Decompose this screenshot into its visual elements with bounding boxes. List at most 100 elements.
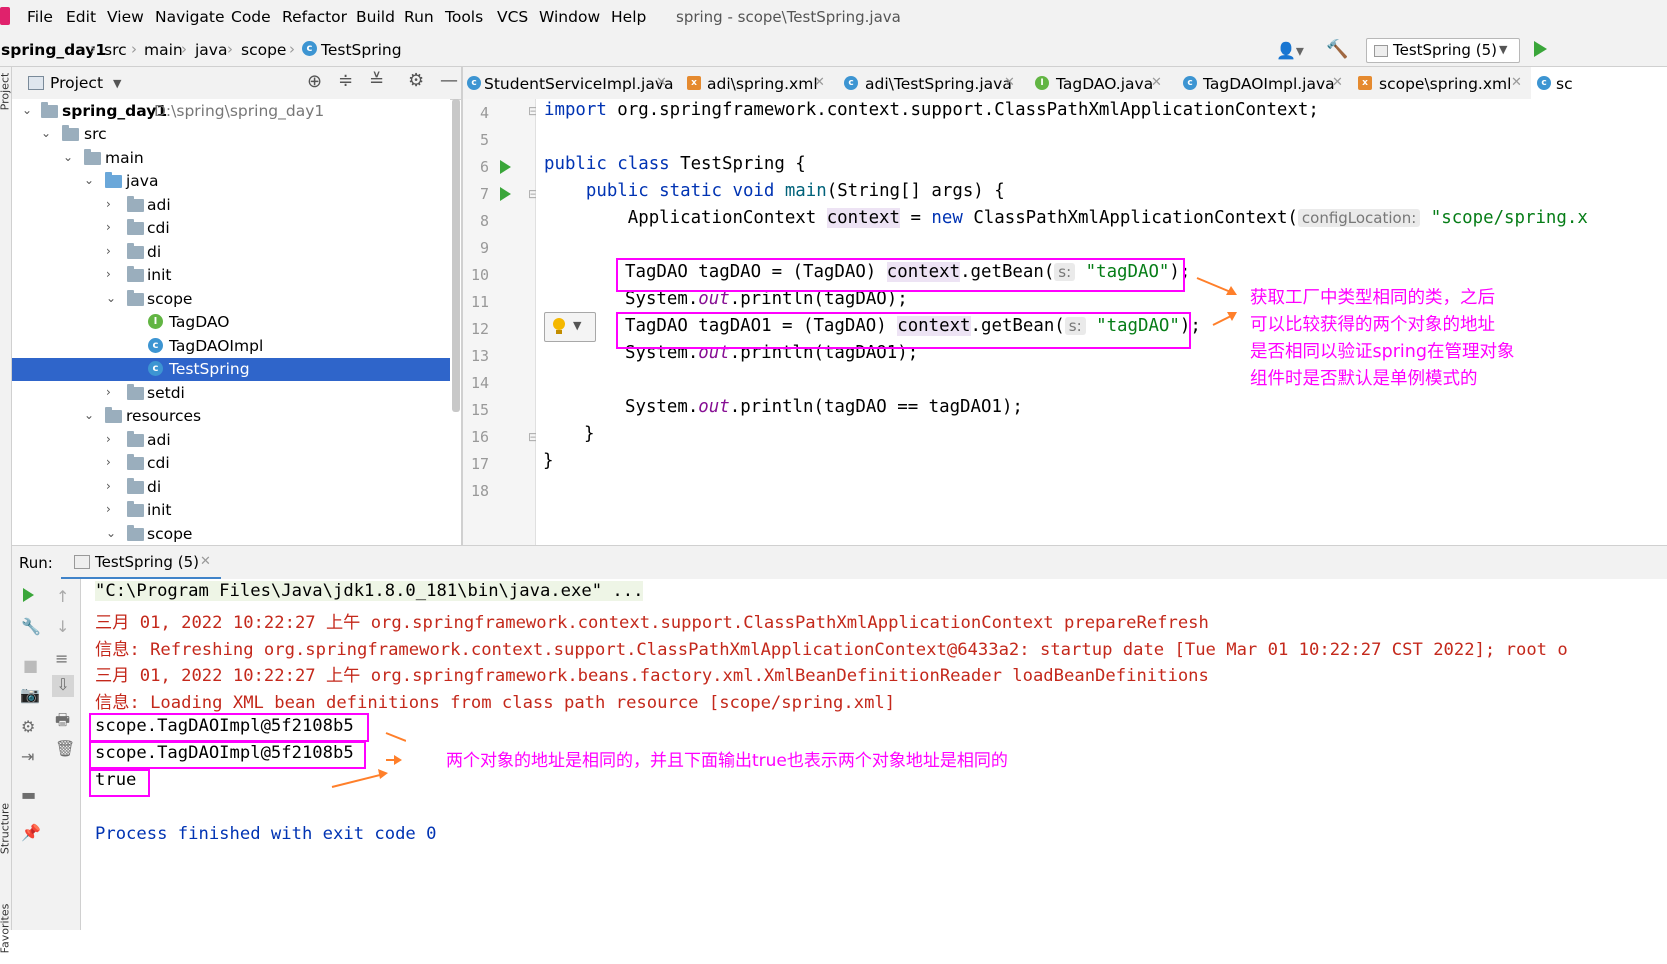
chevron-right-icon[interactable]: › (106, 220, 111, 234)
menu-run[interactable]: Run (404, 8, 434, 26)
project-view-select[interactable]: Project (50, 74, 103, 92)
menu-navigate[interactable]: Navigate (155, 8, 225, 26)
gear-icon[interactable]: ⚙ (21, 717, 35, 736)
menu-vcs[interactable]: VCS (497, 8, 528, 26)
tab-scope-spring-xml[interactable]: x scope\spring.xml ✕ (1356, 67, 1526, 99)
tree-item-tagdao[interactable]: I TagDAO (12, 311, 450, 334)
stop-icon[interactable]: ■ (23, 656, 38, 675)
close-icon[interactable]: ✕ (1511, 75, 1522, 90)
code-editor[interactable]: import org.springframework.context.suppo… (536, 99, 1667, 545)
close-icon[interactable]: ✕ (200, 554, 211, 569)
tab-adi-testspring[interactable]: c adi\TestSpring.java ✕ (840, 67, 1020, 99)
chevron-down-icon[interactable]: ⌄ (106, 291, 116, 305)
menu-build[interactable]: Build (356, 8, 395, 26)
chevron-right-icon[interactable]: › (106, 479, 111, 493)
camera-icon[interactable]: 📷 (20, 685, 40, 704)
menu-view[interactable]: View (107, 8, 144, 26)
tree-item-project-root[interactable]: ⌄ spring_day1 D:\spring\spring_day1 (12, 100, 450, 123)
expand-all-icon[interactable]: ≑ (338, 70, 353, 91)
run-configuration-select[interactable]: TestSpring (5) ▼ (1366, 38, 1520, 63)
breadcrumb-src[interactable]: src (104, 41, 127, 59)
tab-tagdao[interactable]: I TagDAO.java ✕ (1033, 67, 1166, 99)
tree-item-res-adi[interactable]: › adi (12, 429, 450, 452)
chevron-down-icon[interactable]: ⌄ (22, 103, 32, 117)
chevron-down-icon[interactable]: ⌄ (63, 150, 73, 164)
tree-item-tagdaoimpl[interactable]: c TagDAOImpl (12, 335, 450, 358)
chevron-right-icon[interactable]: › (106, 244, 111, 258)
menu-code[interactable]: Code (231, 8, 271, 26)
print-icon[interactable]: 🖶 (55, 709, 70, 736)
settings-wrench-icon[interactable]: 🔧 (21, 617, 41, 636)
tree-item-main[interactable]: ⌄ main (12, 147, 450, 170)
tree-item-setdi[interactable]: › setdi (12, 382, 450, 405)
breadcrumb-testspring[interactable]: TestSpring (321, 41, 402, 59)
run-icon[interactable] (1534, 41, 1547, 57)
run-gutter-icon[interactable] (500, 187, 511, 201)
structure-tool-button[interactable]: Structure (0, 794, 12, 864)
chevron-right-icon[interactable]: › (106, 267, 111, 281)
tree-item-res-cdi[interactable]: › cdi (12, 452, 450, 475)
locate-icon[interactable]: ⊕ (307, 71, 322, 92)
close-icon[interactable]: ✕ (1332, 75, 1343, 90)
menu-refactor[interactable]: Refactor (282, 8, 347, 26)
menu-help[interactable]: Help (611, 8, 646, 26)
menu-file[interactable]: File (27, 8, 53, 26)
arrow-down-icon[interactable]: ↓ (56, 617, 69, 636)
close-icon[interactable]: ✕ (656, 75, 667, 90)
tree-item-java[interactable]: ⌄ java (12, 170, 450, 193)
breadcrumb-main[interactable]: main (144, 41, 183, 59)
intention-actions-button[interactable]: ▼ (544, 312, 596, 342)
chevron-right-icon[interactable]: › (106, 385, 111, 399)
run-gutter-icon[interactable] (500, 160, 511, 174)
tree-item-testspring[interactable]: c TestSpring (12, 358, 450, 381)
tree-item-scope[interactable]: ⌄ scope (12, 288, 450, 311)
project-tool-button[interactable]: Project (0, 57, 12, 127)
tree-item-adi[interactable]: › adi (12, 194, 450, 217)
breadcrumb-java[interactable]: java (195, 41, 227, 59)
tree-item-res-scope[interactable]: ⌄ scope (12, 523, 450, 545)
chevron-right-icon[interactable]: › (106, 455, 111, 469)
user-icon[interactable]: 👤▾ (1276, 41, 1304, 60)
hide-panel-icon[interactable]: — (440, 70, 458, 91)
arrow-up-icon[interactable]: ↑ (56, 587, 69, 606)
close-icon[interactable]: ✕ (1004, 75, 1015, 90)
tab-tagdaoimpl[interactable]: c TagDAOImpl.java ✕ (1181, 67, 1346, 99)
tree-item-di[interactable]: › di (12, 241, 450, 264)
collapse-all-icon[interactable]: ≚ (369, 70, 384, 91)
tab-studentserviceimpl[interactable]: c StudentServiceImpl.java ✕ (463, 67, 676, 99)
scroll-to-end-icon[interactable]: ⇩ (52, 675, 74, 697)
gear-icon[interactable]: ⚙ (408, 70, 424, 91)
chevron-down-icon[interactable]: ⌄ (106, 526, 116, 540)
tree-scrollbar[interactable] (452, 99, 460, 412)
tree-item-src[interactable]: ⌄ src (12, 123, 450, 146)
chevron-down-icon[interactable]: ⌄ (41, 126, 51, 140)
menu-window[interactable]: Window (539, 8, 600, 26)
tree-item-res-init[interactable]: › init (12, 499, 450, 522)
rerun-icon[interactable] (23, 588, 34, 602)
favorites-tool-button[interactable]: Favorites (0, 894, 12, 964)
chevron-down-icon[interactable]: ▼ (113, 77, 121, 90)
chevron-right-icon[interactable]: › (106, 502, 111, 516)
tab-scope-testspring[interactable]: c sc (1531, 67, 1667, 99)
breadcrumb-scope[interactable]: scope (241, 41, 286, 59)
chevron-down-icon[interactable]: ⌄ (84, 408, 94, 422)
close-icon[interactable]: ✕ (814, 75, 825, 90)
chevron-right-icon[interactable]: › (106, 432, 111, 446)
tree-item-res-di[interactable]: › di (12, 476, 450, 499)
exit-icon[interactable]: ⇥ (21, 747, 34, 766)
tree-item-init[interactable]: › init (12, 264, 450, 287)
tab-adi-spring-xml[interactable]: x adi\spring.xml ✕ (683, 67, 833, 99)
tree-item-cdi[interactable]: › cdi (12, 217, 450, 240)
chevron-down-icon[interactable]: ⌄ (84, 173, 94, 187)
pin-icon[interactable]: 📌 (21, 823, 41, 842)
menu-tools[interactable]: Tools (445, 8, 483, 26)
layout-icon[interactable]: ▬ (21, 785, 36, 804)
build-hammer-icon[interactable]: 🔨 (1326, 39, 1348, 60)
tree-item-resources[interactable]: ⌄ resources (12, 405, 450, 428)
soft-wrap-icon[interactable]: ≡ (55, 649, 68, 668)
menu-edit[interactable]: Edit (66, 8, 96, 26)
console-output[interactable]: "C:\Program Files\Java\jdk1.8.0_181\bin\… (81, 579, 1667, 930)
chevron-right-icon[interactable]: › (106, 197, 111, 211)
trash-icon[interactable]: 🗑 (55, 739, 75, 758)
run-tab-testspring[interactable]: TestSpring (5) ✕ (61, 546, 221, 580)
